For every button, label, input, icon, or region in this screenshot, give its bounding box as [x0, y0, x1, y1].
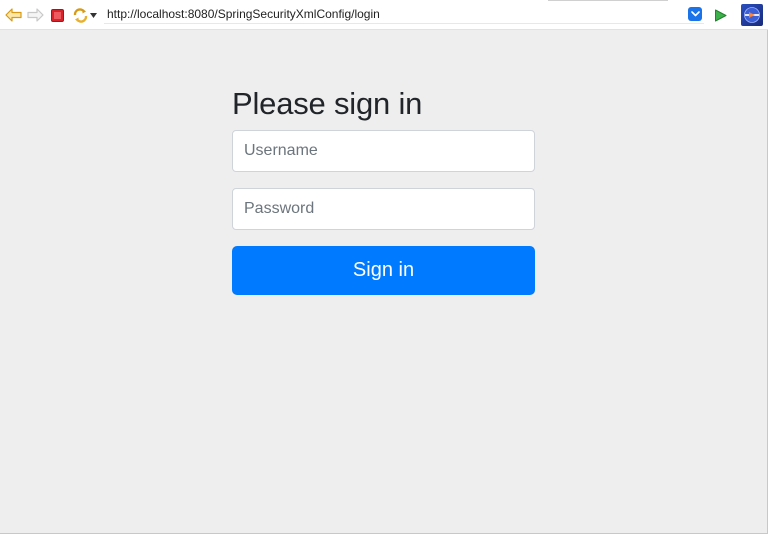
login-form: Please sign in Sign in [232, 82, 535, 295]
back-arrow-icon [4, 8, 22, 22]
eclipse-logo-graphic [744, 7, 760, 23]
page-title: Please sign in [232, 86, 423, 121]
url-history-dropdown[interactable] [688, 7, 702, 21]
sign-in-button[interactable]: Sign in [232, 246, 535, 295]
chevron-down-icon [690, 11, 700, 17]
toolbar-top-divider [548, 0, 668, 1]
forward-arrow-icon [26, 8, 44, 22]
url-input[interactable] [104, 5, 684, 24]
browser-toolbar [0, 0, 768, 30]
password-input[interactable] [232, 188, 535, 230]
eclipse-logo-icon[interactable] [741, 4, 763, 26]
username-input[interactable] [232, 130, 535, 172]
page-content: Please sign in Sign in [0, 30, 767, 533]
go-button[interactable] [712, 7, 728, 23]
play-icon [714, 9, 726, 21]
stop-button[interactable] [48, 6, 66, 24]
chevron-down-icon [89, 12, 97, 18]
forward-button[interactable] [26, 6, 44, 24]
address-bar [104, 5, 704, 24]
refresh-icon [73, 7, 87, 23]
stop-icon [50, 8, 64, 22]
refresh-button[interactable] [71, 6, 89, 24]
browser-window: Please sign in Sign in [0, 0, 768, 534]
back-button[interactable] [4, 6, 22, 24]
refresh-menu-button[interactable] [88, 6, 98, 24]
